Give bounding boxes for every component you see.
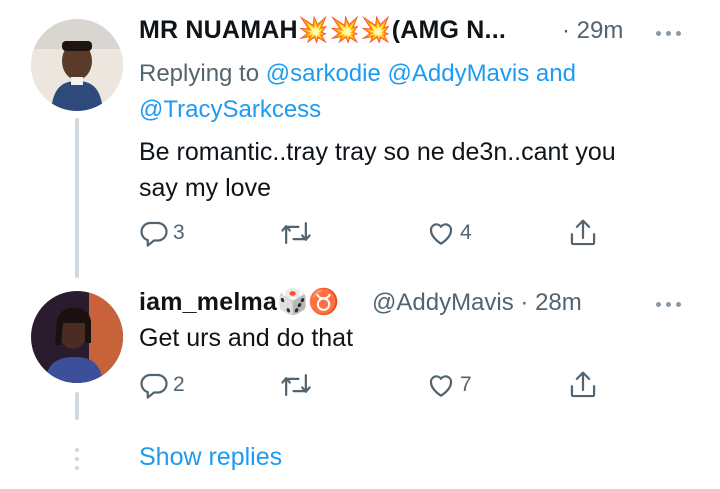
reply-button[interactable]: 3 [139,218,185,248]
share-button[interactable] [568,217,598,249]
reply-icon [140,373,168,399]
tweet-text-line: Be romantic..tray tray so ne de3n..cant … [139,138,616,166]
retweet-icon [281,222,311,244]
more-options-icon[interactable] [656,31,681,36]
display-name[interactable]: MR NUAMAH💥💥💥(AMG N... [139,16,506,45]
avatar-image [31,291,123,383]
timestamp[interactable]: · 29m [562,17,623,45]
like-button[interactable]: 7 [426,370,472,400]
mention-link[interactable]: @sarkodie [266,60,381,87]
show-replies-link[interactable]: Show replies [139,443,282,472]
reply-count: 3 [173,221,185,244]
tweet-text: Be romantic..tray tray so ne de3n..cant … [139,134,699,206]
share-icon [570,371,596,398]
replying-to-label: Replying to [139,60,260,87]
avatar-image [31,19,123,111]
thread-line [75,118,79,278]
mention-link[interactable]: @TracySarkcess [139,96,321,123]
reply-icon [140,221,168,247]
heart-icon [429,375,453,397]
like-button[interactable]: 4 [426,218,472,248]
share-button[interactable] [568,369,598,401]
thread-line [75,392,79,420]
like-count: 7 [460,373,472,396]
reply-count: 2 [173,373,185,396]
tweet-text: Get urs and do that [139,324,354,352]
mention-and: and [535,60,576,87]
more-replies-dots-icon [75,448,79,470]
mention-link[interactable]: @AddyMavis [388,60,530,87]
retweet-button[interactable] [280,218,316,248]
replying-to: Replying to @sarkodie @AddyMavis and @Tr… [139,56,679,128]
like-count: 4 [460,221,472,244]
display-name[interactable]: iam_melma🎲♉ [139,288,340,317]
handle-timestamp[interactable]: @AddyMavis · 28m [372,289,582,317]
share-icon [570,219,596,246]
avatar-iam-melma[interactable] [31,291,123,383]
tweet-text-line: say my love [139,174,271,202]
retweet-button[interactable] [280,370,316,400]
avatar-mr-nuamah[interactable] [31,19,123,111]
reply-button[interactable]: 2 [139,370,185,400]
heart-icon [429,223,453,245]
more-options-icon[interactable] [656,302,681,307]
retweet-icon [281,374,311,396]
